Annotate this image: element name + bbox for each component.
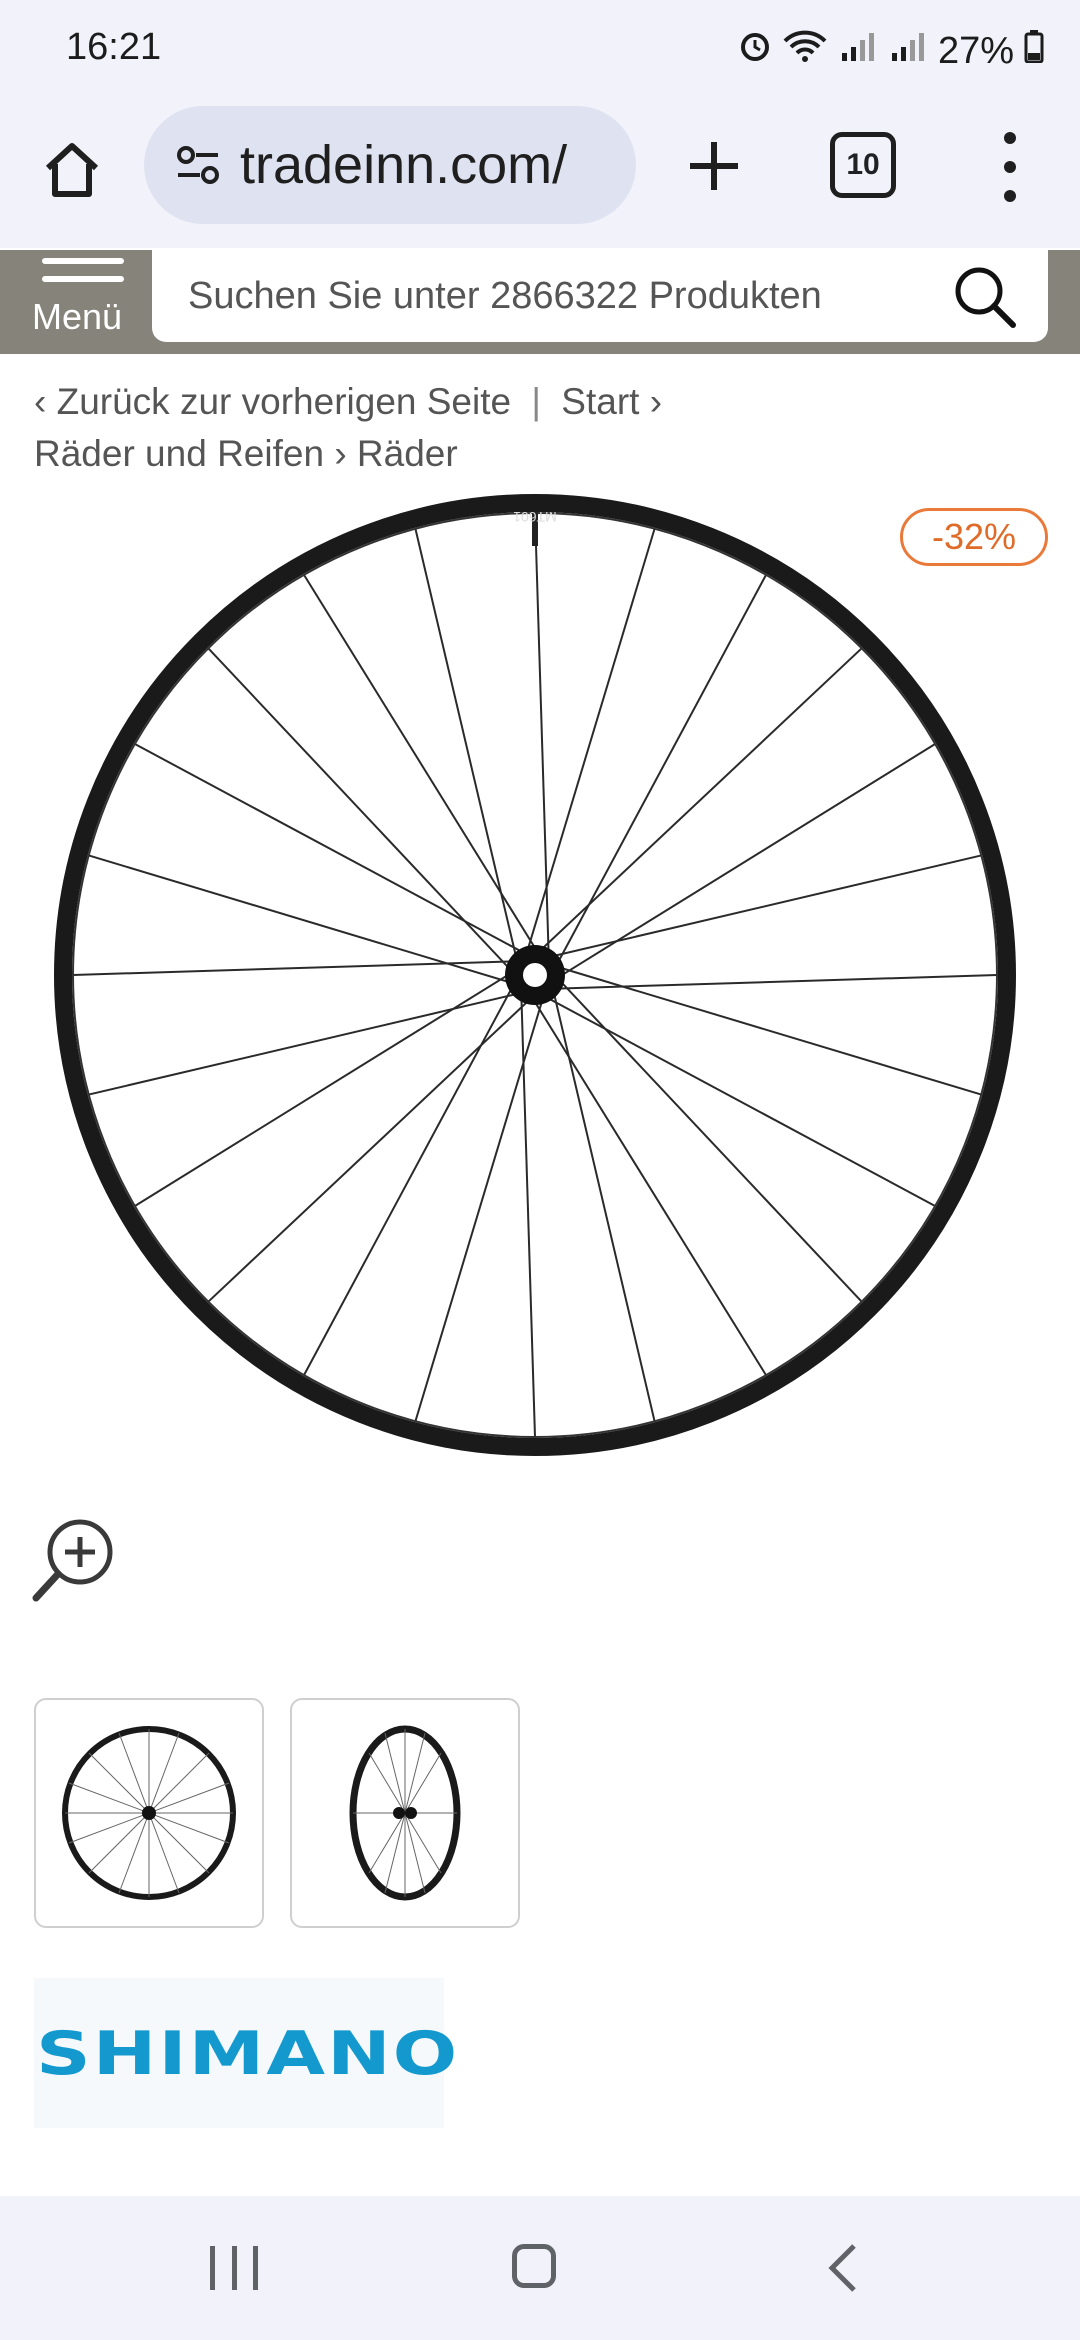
recent-apps-button[interactable]: [210, 2246, 258, 2290]
zoom-in-button[interactable]: [30, 1512, 122, 1604]
wifi-icon: [782, 29, 828, 73]
back-button[interactable]: [820, 2242, 870, 2294]
wheel-spoke: [88, 992, 518, 1096]
wheel-spoke: [526, 528, 656, 951]
url-text: tradeinn.com/: [240, 135, 568, 195]
battery-percent: 27%: [937, 29, 1014, 72]
menu-button[interactable]: Menü: [24, 250, 144, 354]
home-icon: [45, 143, 99, 197]
site-settings-icon[interactable]: [172, 139, 224, 191]
tab-switcher-button[interactable]: 10: [830, 132, 896, 198]
thumbnail-front[interactable]: [34, 1698, 264, 1928]
battery-icon: [1024, 29, 1044, 73]
site-header: Menü Suchen Sie unter 2866322 Produkten: [0, 250, 1080, 354]
status-bar: 16:21 27%: [0, 0, 1080, 100]
signal-icon: [838, 29, 878, 73]
brand-logo[interactable]: SHIMANO: [34, 1978, 457, 2128]
home-button[interactable]: [32, 130, 112, 210]
wheel-spoke: [88, 854, 511, 984]
brand-name: SHIMANO: [36, 2018, 460, 2088]
search-placeholder: Suchen Sie unter 2866322 Produkten: [188, 274, 822, 317]
chevron-right-icon: ›: [334, 433, 347, 474]
menu-label: Menü: [32, 296, 123, 337]
system-nav-bar: [0, 2196, 1080, 2340]
status-icons: 27%: [738, 26, 1044, 76]
zoom-in-icon: [32, 1519, 113, 1602]
plus-icon: [690, 142, 738, 190]
wheel-spoke: [552, 854, 982, 958]
discount-badge: -32%: [900, 508, 1048, 566]
address-bar[interactable]: tradeinn.com/: [144, 106, 636, 224]
breadcrumb: ‹ Zurück zur vorherigen Seite | Start › …: [34, 381, 663, 474]
back-link[interactable]: Zurück zur vorherigen Seite: [57, 381, 511, 422]
product-image[interactable]: MT601: [40, 490, 1030, 1465]
wheel-spoke: [414, 528, 518, 958]
chevron-left-icon: ‹: [34, 381, 47, 422]
alarm-icon: [738, 29, 772, 73]
back-icon: [828, 2244, 856, 2292]
thumbnail-side[interactable]: [290, 1698, 520, 1928]
chevron-right-icon: ›: [649, 381, 663, 422]
hamburger-icon: [42, 258, 124, 264]
wheel-spoke: [559, 966, 982, 1096]
new-tab-button[interactable]: [672, 124, 756, 208]
breadcrumb-category[interactable]: Räder und Reifen: [34, 433, 324, 474]
rim-label: MT601: [513, 509, 557, 525]
breadcrumb-start[interactable]: Start: [561, 381, 639, 422]
wheel-spoke: [552, 992, 656, 1422]
search-input[interactable]: Suchen Sie unter 2866322 Produkten: [152, 250, 1048, 342]
home-nav-button[interactable]: [512, 2244, 556, 2288]
wheel-spoke: [414, 999, 544, 1422]
status-time: 16:21: [66, 26, 162, 68]
signal-icon-2: [888, 29, 928, 73]
search-icon[interactable]: [948, 260, 1020, 332]
more-vert-icon[interactable]: [990, 132, 1030, 202]
breadcrumb-subcategory[interactable]: Räder: [357, 433, 458, 474]
browser-toolbar: tradeinn.com/ 10: [0, 100, 1080, 248]
